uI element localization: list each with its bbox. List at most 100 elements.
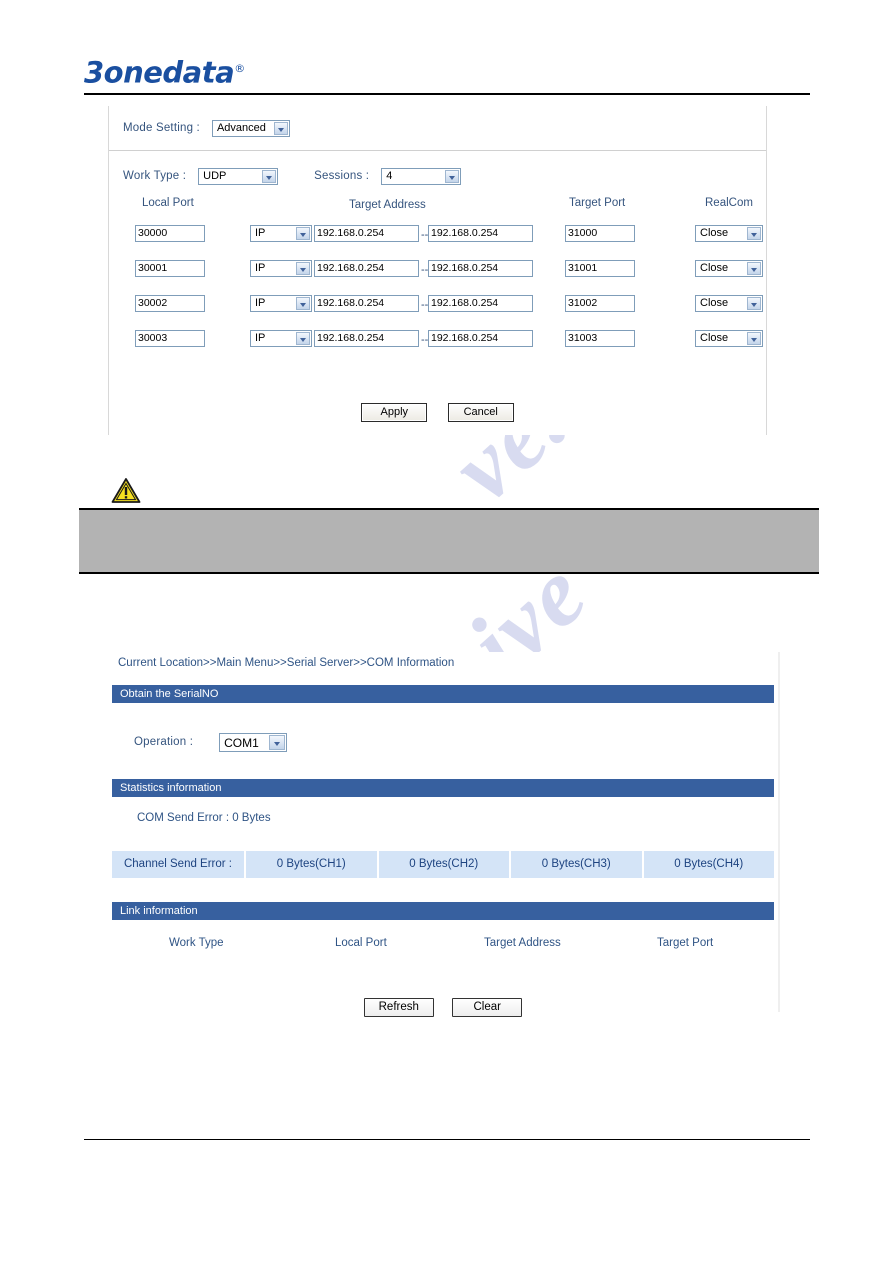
target-address-end-input[interactable]: 192.168.0.254 xyxy=(428,225,533,242)
address-type-select[interactable]: IP xyxy=(250,225,312,242)
local-port-input[interactable]: 30001 xyxy=(135,260,205,277)
realcom-select[interactable]: Close xyxy=(695,295,763,312)
target-address-start-input[interactable]: 192.168.0.254 xyxy=(314,260,419,277)
table-row: 30002 IP 192.168.0.254 -- 192.168.0.254 … xyxy=(109,295,766,330)
registered-mark-icon: ® xyxy=(234,62,245,75)
chevron-down-icon[interactable] xyxy=(273,121,288,135)
channel-value-ch4: 0 Bytes(CH4) xyxy=(643,851,774,878)
target-address-end-input[interactable]: 192.168.0.254 xyxy=(428,260,533,277)
com-information-panel: Current Location>>Main Menu>>Serial Serv… xyxy=(112,652,780,1020)
target-address-start-input[interactable]: 192.168.0.254 xyxy=(314,330,419,347)
chevron-down-icon[interactable] xyxy=(269,734,286,750)
mode-setting-row: Mode Setting : Advanced xyxy=(109,106,766,151)
form-actions: Apply Cancel xyxy=(109,402,766,422)
brand-logo: 3onedata® xyxy=(84,52,245,90)
address-type-select[interactable]: IP xyxy=(250,295,312,312)
address-type-value: IP xyxy=(255,262,266,274)
column-header-target-port: Target Port xyxy=(569,197,626,209)
com-send-error-text: COM Send Error : 0 Bytes xyxy=(137,812,271,824)
local-port-input[interactable]: 30002 xyxy=(135,295,205,312)
table-row: 30001 IP 192.168.0.254 -- 192.168.0.254 … xyxy=(109,260,766,295)
realcom-value: Close xyxy=(700,332,729,344)
target-address-end-input[interactable]: 192.168.0.254 xyxy=(428,330,533,347)
chevron-down-icon[interactable] xyxy=(296,332,310,345)
chevron-down-icon[interactable] xyxy=(296,297,310,310)
operation-value: COM1 xyxy=(224,735,259,750)
chevron-down-icon[interactable] xyxy=(445,169,460,183)
work-type-row: Work Type : UDP Sessions : 4 xyxy=(109,151,766,193)
brand-logo-text: 3onedata xyxy=(84,55,235,90)
realcom-select[interactable]: Close xyxy=(695,260,763,277)
realcom-select[interactable]: Close xyxy=(695,330,763,347)
header-divider xyxy=(84,93,810,95)
local-port-input[interactable]: 30000 xyxy=(135,225,205,242)
cancel-button[interactable]: Cancel xyxy=(447,403,514,422)
address-type-value: IP xyxy=(255,297,266,309)
target-address-start-input[interactable]: 192.168.0.254 xyxy=(314,295,419,312)
column-header-realcom: RealCom xyxy=(705,197,753,209)
link-column-work-type: Work Type xyxy=(169,937,224,949)
sessions-select[interactable]: 4 xyxy=(381,167,462,185)
link-column-local-port: Local Port xyxy=(335,937,387,949)
channel-value-ch2: 0 Bytes(CH2) xyxy=(378,851,511,878)
section-header-link-information: Link information xyxy=(112,902,774,920)
work-type-value: UDP xyxy=(203,169,227,182)
note-callout-box xyxy=(79,508,819,574)
table-row: 30003 IP 192.168.0.254 -- 192.168.0.254 … xyxy=(109,330,766,365)
clear-button[interactable]: Clear xyxy=(452,998,523,1017)
breadcrumb: Current Location>>Main Menu>>Serial Serv… xyxy=(118,657,455,669)
channel-send-error-table: Channel Send Error : 0 Bytes(CH1) 0 Byte… xyxy=(112,851,774,878)
target-port-input[interactable]: 31002 xyxy=(565,295,635,312)
realcom-value: Close xyxy=(700,227,729,239)
udp-advanced-settings-panel: Mode Setting : Advanced Work Type : UDP … xyxy=(108,106,767,435)
channel-value-ch3: 0 Bytes(CH3) xyxy=(511,851,644,878)
realcom-value: Close xyxy=(700,297,729,309)
column-header-local-port: Local Port xyxy=(142,197,194,209)
mode-setting-label: Mode Setting : xyxy=(123,122,200,134)
chevron-down-icon[interactable] xyxy=(262,169,277,183)
target-address-end-input[interactable]: 192.168.0.254 xyxy=(428,295,533,312)
apply-button[interactable]: Apply xyxy=(361,403,428,422)
realcom-select[interactable]: Close xyxy=(695,225,763,242)
target-address-start-input[interactable]: 192.168.0.254 xyxy=(314,225,419,242)
section-header-statistics: Statistics information xyxy=(112,779,774,797)
column-header-target-address: Target Address xyxy=(349,199,426,211)
table-column-headers: Local Port Target Address Target Port Re… xyxy=(109,193,766,219)
address-type-value: IP xyxy=(255,332,266,344)
footer-divider xyxy=(84,1139,810,1140)
warning-triangle-icon xyxy=(111,478,141,503)
link-column-target-port: Target Port xyxy=(657,937,714,949)
table-row: 30000 IP 192.168.0.254 -- 192.168.0.254 … xyxy=(109,225,766,260)
sessions-label: Sessions : xyxy=(314,170,370,182)
operation-select[interactable]: COM1 xyxy=(219,732,288,752)
target-port-input[interactable]: 31001 xyxy=(565,260,635,277)
work-type-select[interactable]: UDP xyxy=(198,167,279,185)
address-type-select[interactable]: IP xyxy=(250,330,312,347)
channel-value-ch1: 0 Bytes(CH1) xyxy=(246,851,379,878)
link-table-column-headers: Work Type Local Port Target Address Targ… xyxy=(112,937,774,955)
realcom-value: Close xyxy=(700,262,729,274)
sessions-value: 4 xyxy=(386,169,393,182)
channel-send-error-label: Channel Send Error : xyxy=(112,851,246,878)
address-type-value: IP xyxy=(255,227,266,239)
chevron-down-icon[interactable] xyxy=(747,297,761,310)
section-header-obtain-serialno: Obtain the SerialNO xyxy=(112,685,774,703)
mode-setting-select[interactable]: Advanced xyxy=(211,119,290,137)
work-type-label: Work Type : xyxy=(123,170,187,182)
chevron-down-icon[interactable] xyxy=(747,262,761,275)
chevron-down-icon[interactable] xyxy=(296,227,310,240)
com-information-actions: Refresh Clear xyxy=(112,997,774,1017)
address-type-select[interactable]: IP xyxy=(250,260,312,277)
operation-row: Operation : COM1 xyxy=(112,730,774,754)
refresh-button[interactable]: Refresh xyxy=(363,998,434,1017)
target-port-input[interactable]: 31000 xyxy=(565,225,635,242)
mode-setting-value: Advanced xyxy=(216,121,266,134)
chevron-down-icon[interactable] xyxy=(747,332,761,345)
operation-label: Operation : xyxy=(134,736,194,748)
local-port-input[interactable]: 30003 xyxy=(135,330,205,347)
chevron-down-icon[interactable] xyxy=(747,227,761,240)
link-column-target-address: Target Address xyxy=(484,937,561,949)
target-port-input[interactable]: 31003 xyxy=(565,330,635,347)
panel-scrollbar[interactable] xyxy=(778,652,780,1012)
chevron-down-icon[interactable] xyxy=(296,262,310,275)
